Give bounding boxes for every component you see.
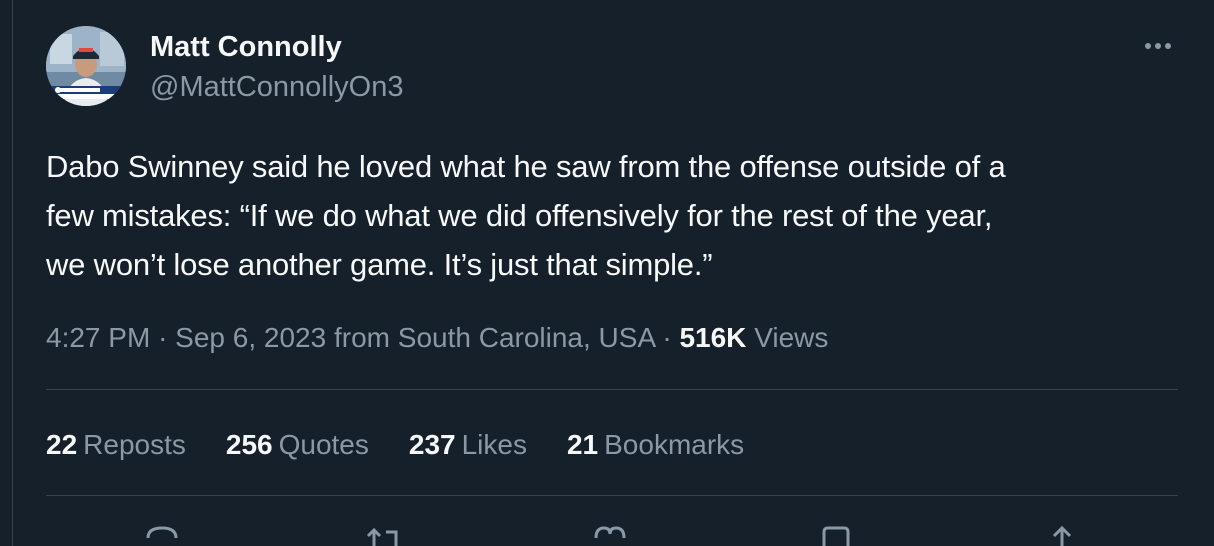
tweet-text-line: Dabo Swinney said he loved what he saw f… — [46, 149, 1006, 184]
avatar[interactable] — [46, 26, 126, 106]
quotes-count: 256 — [225, 429, 273, 460]
likes-label: Likes — [461, 429, 527, 460]
divider — [46, 389, 1178, 390]
divider — [46, 495, 1178, 496]
tweet-text-line: few mistakes: “If we do what we did offe… — [46, 198, 993, 233]
like-icon[interactable] — [590, 522, 630, 546]
avatar-image — [46, 26, 126, 106]
more-options-icon[interactable] — [1140, 36, 1176, 56]
tweet-time[interactable]: 4:27 PM — [46, 322, 150, 353]
author-handle[interactable]: @MattConnollyOn3 — [150, 70, 404, 104]
reply-icon[interactable] — [142, 522, 182, 546]
likes-count: 237 — [408, 429, 456, 460]
views-count: 516K — [679, 322, 747, 353]
bookmarks-stat[interactable]: 21 Bookmarks — [567, 428, 744, 462]
repost-icon[interactable] — [364, 522, 404, 546]
likes-stat[interactable]: 237 Likes — [409, 428, 527, 462]
tweet-detail: Matt Connolly @MattConnollyOn3 Dabo Swin… — [0, 0, 1214, 546]
bookmarks-count: 21 — [566, 429, 599, 460]
tweet-text: Dabo Swinney said he loved what he saw f… — [46, 142, 1166, 289]
reposts-count: 22 — [46, 429, 78, 460]
engagement-stats: 22 Reposts 256 Quotes 237 Likes 21 Bookmarks — [46, 428, 784, 462]
bookmark-icon[interactable] — [816, 522, 856, 546]
tweet-date[interactable]: Sep 6, 2023 — [175, 322, 326, 353]
reposts-stat[interactable]: 22 Reposts — [46, 428, 186, 462]
meta-separator: · — [158, 322, 168, 353]
from-label: from — [333, 322, 390, 353]
views-label: Views — [754, 322, 829, 353]
quotes-stat[interactable]: 256 Quotes — [226, 428, 369, 462]
quotes-label: Quotes — [278, 429, 369, 460]
share-icon[interactable] — [1042, 522, 1082, 546]
column-border — [12, 0, 13, 546]
author-display-name[interactable]: Matt Connolly — [150, 30, 342, 64]
reposts-label: Reposts — [83, 429, 186, 460]
meta-separator: · — [662, 322, 672, 353]
tweet-text-line: we won’t lose another game. It’s just th… — [46, 247, 713, 282]
tweet-meta: 4:27 PM · Sep 6, 2023 from South Carolin… — [46, 320, 828, 356]
tweet-location[interactable]: South Carolina, USA — [398, 322, 655, 353]
bookmarks-label: Bookmarks — [604, 429, 745, 460]
